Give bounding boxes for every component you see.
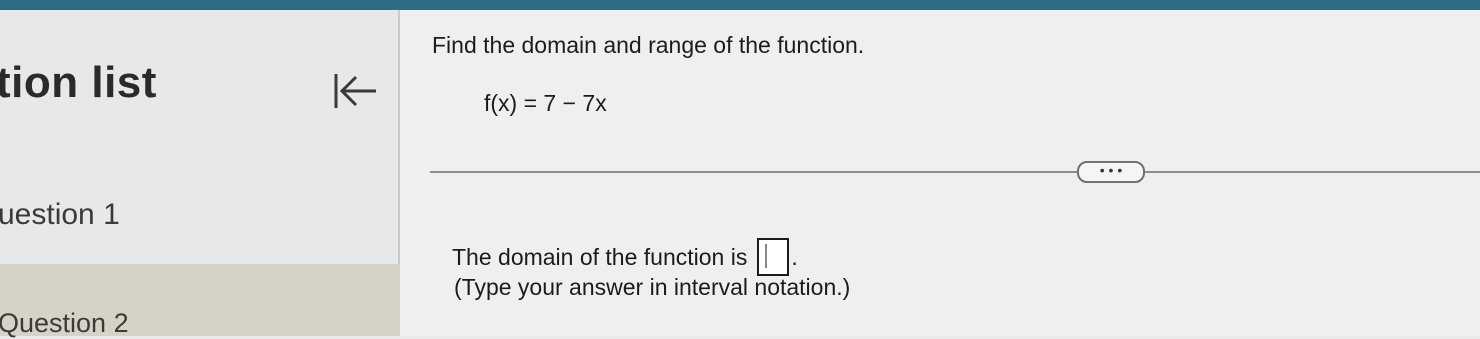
answer-line: The domain of the function is .: [452, 238, 798, 276]
more-button[interactable]: • • •: [1077, 161, 1145, 183]
sidebar-title: tion list: [0, 58, 157, 107]
answer-hint: (Type your answer in interval notation.): [454, 274, 851, 300]
sidebar-item-question-2[interactable]: Question 2: [0, 264, 428, 338]
domain-answer-input[interactable]: [757, 238, 790, 276]
sidebar-item-label: Question 2: [0, 308, 129, 338]
collapse-left-icon[interactable]: [330, 68, 380, 114]
question-panel: Find the domain and range of the functio…: [400, 10, 1480, 336]
sidebar-item-question-1[interactable]: uestion 1: [0, 198, 120, 232]
top-bar: [0, 0, 1480, 10]
question-prompt: Find the domain and range of the functio…: [432, 32, 865, 58]
answer-prefix: The domain of the function is: [452, 243, 748, 270]
answer-suffix: .: [791, 243, 798, 270]
function-formula: f(x) = 7 − 7x: [484, 90, 607, 116]
section-divider: [430, 171, 1480, 173]
